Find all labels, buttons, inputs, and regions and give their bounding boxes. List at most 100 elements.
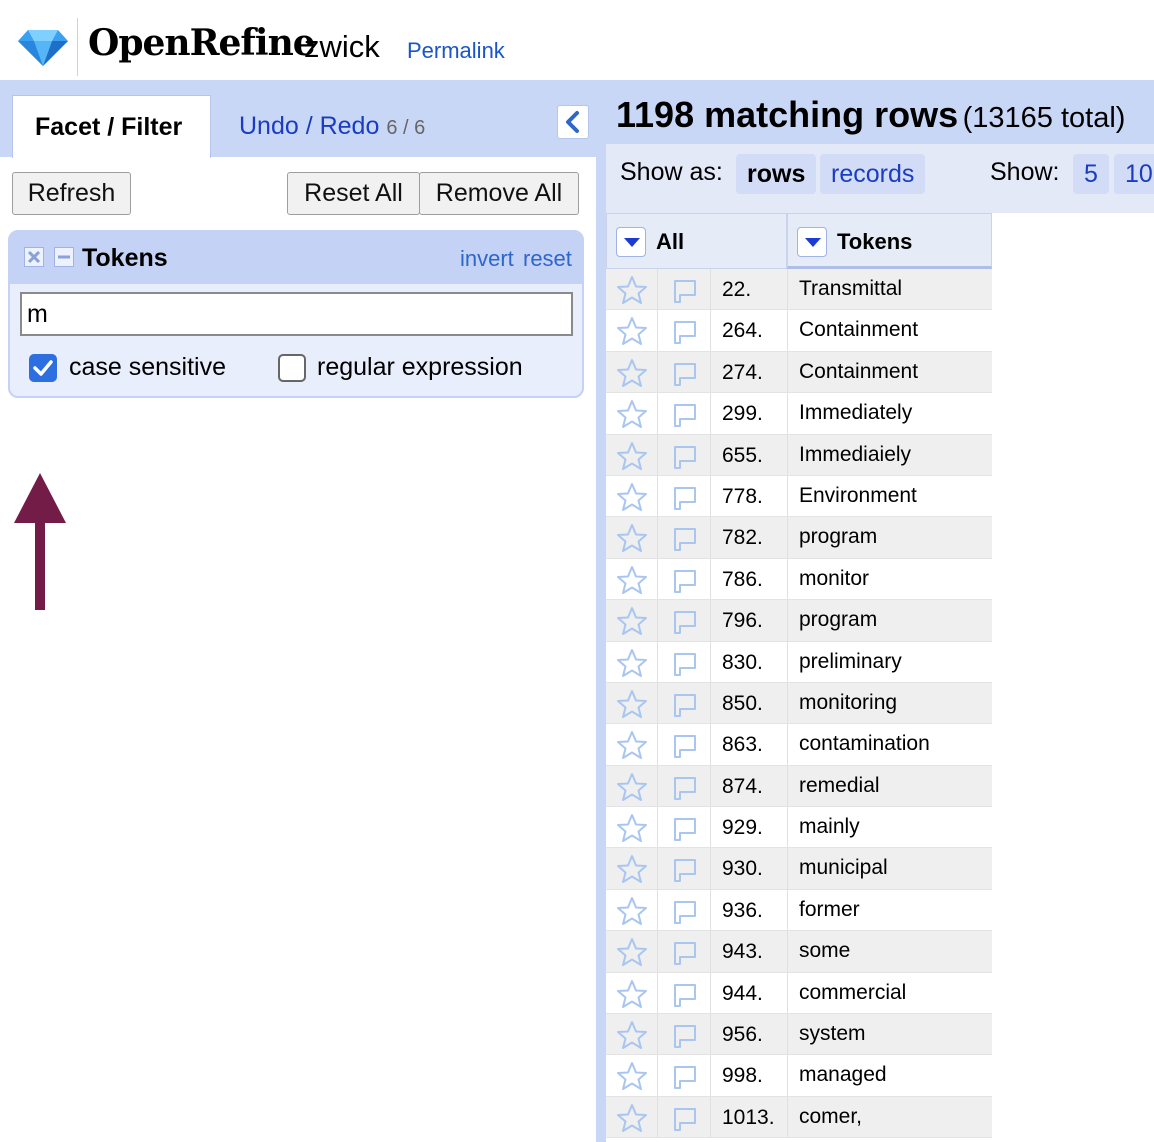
regular-expression-label: regular expression: [317, 353, 523, 381]
view-records-toggle[interactable]: records: [820, 154, 926, 194]
facet-header: Tokens invert reset: [10, 232, 582, 284]
column-menu-dropdown-icon[interactable]: [797, 227, 827, 257]
token-cell[interactable]: program: [787, 517, 992, 558]
star-icon[interactable]: [606, 393, 658, 434]
star-icon[interactable]: [606, 310, 658, 351]
flag-icon[interactable]: [658, 1055, 711, 1096]
star-icon[interactable]: [606, 931, 658, 972]
flag-icon[interactable]: [658, 393, 711, 434]
flag-icon[interactable]: [658, 475, 711, 517]
star-icon[interactable]: [606, 807, 658, 848]
star-icon[interactable]: [606, 889, 658, 931]
table-row: 782. program: [606, 517, 992, 559]
facet-reset-link[interactable]: reset: [523, 246, 572, 272]
tab-undo-redo[interactable]: Undo / Redo 6 / 6: [217, 95, 447, 158]
token-cell[interactable]: program: [787, 600, 992, 641]
star-icon[interactable]: [606, 434, 658, 475]
token-cell[interactable]: commercial: [787, 972, 992, 1014]
close-icon[interactable]: [24, 247, 44, 267]
page-size-option[interactable]: 10: [1114, 154, 1154, 194]
view-rows-toggle[interactable]: rows: [736, 154, 817, 194]
column-menu-dropdown-icon[interactable]: [616, 227, 646, 257]
star-icon[interactable]: [606, 641, 658, 682]
flag-icon[interactable]: [658, 269, 711, 310]
token-cell[interactable]: former: [787, 889, 992, 931]
column-header-tokens: Tokens: [787, 213, 992, 269]
flag-icon[interactable]: [658, 1014, 711, 1055]
star-icon[interactable]: [606, 1096, 658, 1138]
flag-icon[interactable]: [658, 682, 711, 724]
star-icon[interactable]: [606, 517, 658, 558]
star-icon[interactable]: [606, 972, 658, 1014]
project-name[interactable]: zwick: [304, 29, 380, 65]
token-cell[interactable]: Transmittal: [787, 269, 992, 310]
regular-expression-checkbox[interactable]: [278, 354, 306, 382]
star-icon[interactable]: [606, 269, 658, 310]
row-index: 943.: [722, 940, 763, 964]
token-cell[interactable]: remedial: [787, 765, 992, 807]
token-cell[interactable]: system: [787, 1014, 992, 1055]
table-row: 850. monitoring: [606, 682, 992, 725]
token-cell[interactable]: Immediately: [787, 393, 992, 434]
star-icon[interactable]: [606, 558, 658, 600]
minimize-icon[interactable]: [54, 247, 74, 267]
token-cell[interactable]: mainly: [787, 807, 992, 848]
flag-icon[interactable]: [658, 351, 711, 393]
flag-icon[interactable]: [658, 600, 711, 641]
diamond-logo-icon[interactable]: [18, 26, 68, 68]
flag-icon[interactable]: [658, 434, 711, 475]
star-icon[interactable]: [606, 351, 658, 393]
star-icon[interactable]: [606, 1014, 658, 1055]
collapse-panel-button[interactable]: [557, 105, 589, 139]
token-cell[interactable]: managed: [787, 1055, 992, 1096]
table-row: 655. Immediaiely: [606, 434, 992, 476]
star-icon[interactable]: [606, 765, 658, 807]
token-cell[interactable]: Immediaiely: [787, 434, 992, 475]
facet-invert-link[interactable]: invert: [460, 246, 514, 272]
token-cell[interactable]: contamination: [787, 724, 992, 765]
flag-icon[interactable]: [658, 765, 711, 807]
flag-icon[interactable]: [658, 517, 711, 558]
flag-icon[interactable]: [658, 972, 711, 1014]
token-cell[interactable]: monitoring: [787, 682, 992, 724]
page-size-option[interactable]: 5: [1073, 154, 1109, 194]
star-icon[interactable]: [606, 475, 658, 517]
flag-icon[interactable]: [658, 558, 711, 600]
star-icon[interactable]: [606, 848, 658, 889]
remove-all-button[interactable]: Remove All: [419, 172, 579, 215]
row-index: 786.: [722, 567, 763, 591]
tab-facet-filter[interactable]: Facet / Filter: [12, 95, 211, 158]
flag-icon[interactable]: [658, 310, 711, 351]
token-cell[interactable]: Containment: [787, 351, 992, 393]
star-icon[interactable]: [606, 724, 658, 765]
page-size-label: Show:: [990, 158, 1060, 186]
token-cell[interactable]: municipal: [787, 848, 992, 889]
refresh-button[interactable]: Refresh: [12, 172, 131, 215]
flag-icon[interactable]: [658, 889, 711, 931]
reset-all-button[interactable]: Reset All: [287, 172, 420, 215]
facet-text-input[interactable]: [20, 292, 573, 336]
flag-icon[interactable]: [658, 807, 711, 848]
case-sensitive-checkbox[interactable]: [29, 354, 57, 382]
flag-icon[interactable]: [658, 1096, 711, 1138]
column-label: All: [656, 229, 685, 254]
star-icon[interactable]: [606, 1055, 658, 1096]
flag-icon[interactable]: [658, 931, 711, 972]
right-panel: 1198 matching rows (13165 total) Show as…: [596, 80, 1154, 1142]
token-cell[interactable]: some: [787, 931, 992, 972]
view-options-bar: Show as: rows records Show: 5 10: [606, 144, 1154, 213]
token-cell[interactable]: preliminary: [787, 641, 992, 682]
row-index: 299.: [722, 402, 763, 426]
token-cell[interactable]: comer,: [787, 1096, 992, 1138]
star-icon[interactable]: [606, 682, 658, 724]
flag-icon[interactable]: [658, 641, 711, 682]
flag-icon[interactable]: [658, 724, 711, 765]
flag-icon[interactable]: [658, 848, 711, 889]
token-cell[interactable]: monitor: [787, 558, 992, 600]
token-cell[interactable]: Containment: [787, 310, 992, 351]
token-cell[interactable]: Environment: [787, 475, 992, 517]
star-icon[interactable]: [606, 600, 658, 641]
show-as-label: Show as:: [620, 158, 723, 186]
permalink-link[interactable]: Permalink: [407, 38, 505, 64]
row-index: 956.: [722, 1023, 763, 1047]
